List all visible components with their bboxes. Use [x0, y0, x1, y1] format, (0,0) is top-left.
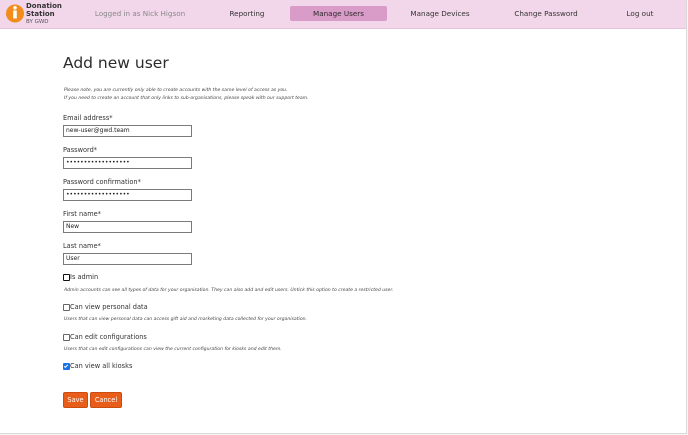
is-admin-hint: Admin accounts can see all types of data… [64, 288, 394, 293]
first-name-field[interactable]: New [63, 221, 192, 233]
edit-configurations-label: Can edit configurations [70, 333, 147, 341]
logged-in-user: Logged in as Nick Higson [94, 9, 186, 18]
nav-manage-users[interactable]: Manage Users [290, 6, 387, 21]
view-all-kiosks-option[interactable]: Can view all kiosks [63, 362, 143, 371]
nav-reporting[interactable]: Reporting [214, 6, 280, 21]
view-personal-data-label: Can view personal data [70, 303, 148, 311]
password-confirmation-label: Password confirmation* [63, 178, 141, 186]
cancel-button[interactable]: Cancel [90, 392, 122, 408]
edit-configurations-checkbox[interactable] [63, 334, 70, 341]
last-name-field[interactable]: User [63, 253, 192, 265]
save-button[interactable]: Save [63, 392, 88, 408]
is-admin-checkbox[interactable] [63, 274, 70, 281]
email-field[interactable]: new-user@gwd.team [63, 125, 192, 137]
password-label: Password* [63, 146, 98, 154]
donation-station-logo[interactable]: Donation Station BY GWD [6, 2, 66, 25]
page: Donation Station BY GWD Logged in as Nic… [0, 0, 687, 434]
logo-text-by-gwd: BY GWD [26, 19, 49, 25]
donation-station-logo-icon [6, 4, 24, 23]
access-note-line2: If you need to create an account that on… [64, 96, 309, 101]
password-confirmation-field[interactable]: •••••••••••••••••• [63, 189, 192, 201]
nav-log-out[interactable]: Log out [618, 6, 662, 21]
edit-configurations-option[interactable]: Can edit configurations [63, 333, 153, 342]
last-name-label: Last name* [63, 242, 101, 250]
password-field[interactable]: •••••••••••••••••• [63, 157, 192, 169]
edit-configurations-hint: Users that can edit configurations can v… [64, 347, 282, 352]
email-label: Email address* [63, 114, 113, 122]
logo-text-station: Station [26, 9, 55, 18]
view-all-kiosks-label: Can view all kiosks [70, 362, 133, 370]
view-personal-data-checkbox[interactable] [63, 304, 70, 311]
nav-manage-devices[interactable]: Manage Devices [402, 6, 478, 21]
nav-change-password[interactable]: Change Password [505, 6, 587, 21]
top-header: Donation Station BY GWD Logged in as Nic… [0, 0, 686, 29]
is-admin-label: Is admin [70, 273, 99, 281]
is-admin-option[interactable]: Is admin [63, 273, 123, 282]
access-note-line1: Please note, you are currently only able… [64, 88, 288, 93]
page-title: Add new user [63, 54, 169, 72]
first-name-label: First name* [63, 210, 101, 218]
view-personal-data-hint: Users that can view personal data can ac… [64, 317, 307, 322]
view-personal-data-option[interactable]: Can view personal data [63, 303, 153, 312]
view-all-kiosks-checkbox[interactable] [63, 363, 70, 370]
